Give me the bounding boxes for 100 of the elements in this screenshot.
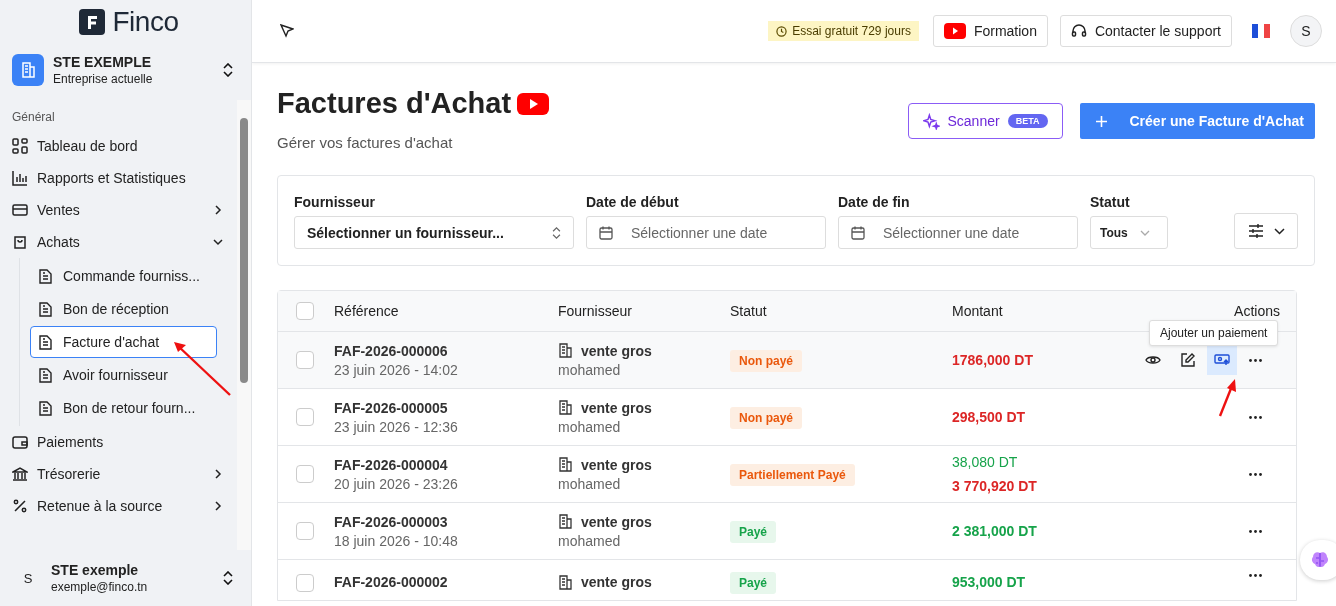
view-icon[interactable] xyxy=(1145,354,1161,366)
nav-item[interactable]: Tableau de bord xyxy=(12,130,237,162)
invoice-reference: FAF-2026-000004 xyxy=(334,456,449,473)
nav-subitem[interactable]: Bon de retour fourn... xyxy=(30,392,217,424)
section-label: Général xyxy=(12,110,56,124)
nav-subitem[interactable]: Avoir fournisseur xyxy=(30,359,217,391)
trial-badge: Essai gratuit 729 jours xyxy=(768,21,919,41)
assistant-button[interactable] xyxy=(1300,540,1336,580)
company-switcher[interactable]: STE EXEMPLE Entreprise actuelle xyxy=(0,46,251,94)
avatar[interactable]: S xyxy=(1290,15,1322,47)
user-switcher[interactable]: S STE exemple exemple@finco.tn xyxy=(0,550,251,606)
clock-icon xyxy=(776,25,788,37)
document-icon xyxy=(39,334,52,350)
amount: 298,500 DT xyxy=(952,409,1027,425)
calendar-icon xyxy=(851,226,865,240)
amount: 38,080 DT xyxy=(952,454,1019,470)
table-row[interactable]: FAF-2026-000005 23 juin 2026 - 12:36 vente gros mohamed Non payé 298,500 DT xyxy=(278,389,1296,446)
more-icon[interactable] xyxy=(1249,574,1262,577)
document-icon xyxy=(39,367,52,383)
filter-label: Statut xyxy=(1090,194,1131,210)
dashboard-icon xyxy=(12,138,28,154)
nav-item[interactable]: Ventes xyxy=(12,194,237,226)
building-icon xyxy=(558,343,572,358)
more-icon[interactable] xyxy=(1249,358,1262,362)
nav-subitem[interactable]: Commande fourniss... xyxy=(30,260,217,292)
more-icon[interactable] xyxy=(1249,529,1262,533)
percent-icon xyxy=(12,498,28,514)
building-icon xyxy=(558,457,572,472)
document-icon xyxy=(39,400,52,416)
amount: 1786,000 DT xyxy=(952,352,1034,368)
supplier-contact: mohamed xyxy=(558,418,622,435)
more-icon[interactable] xyxy=(1249,472,1262,476)
checkbox[interactable] xyxy=(296,302,314,320)
status-badge: Non payé xyxy=(730,350,802,372)
invoice-date: 23 juin 2026 - 14:02 xyxy=(334,361,459,378)
logo-icon xyxy=(78,9,105,35)
formation-button[interactable]: Formation xyxy=(932,15,1048,47)
page-subtitle: Gérer vos factures d'achat xyxy=(277,134,454,151)
support-button[interactable]: Contacter le support xyxy=(1059,15,1232,47)
chevrons-icon xyxy=(223,63,233,77)
nav-item[interactable]: Trésorerie xyxy=(12,458,237,490)
filter-label: Fournisseur xyxy=(294,194,376,210)
checkbox[interactable] xyxy=(296,465,314,483)
banknote-icon xyxy=(1214,354,1230,366)
more-icon[interactable] xyxy=(1249,415,1262,419)
supplier-name: vente gros xyxy=(581,399,652,416)
invoice-date: 18 juin 2026 - 10:48 xyxy=(334,532,459,549)
status-badge: Non payé xyxy=(730,407,802,429)
cursor-icon[interactable] xyxy=(280,24,294,38)
invoice-date: 20 juin 2026 - 23:26 xyxy=(334,475,459,492)
amount: 3 770,920 DT xyxy=(952,478,1038,494)
filter-label: Date de fin xyxy=(838,194,911,210)
column-header: Référence xyxy=(334,303,400,319)
scanner-button[interactable]: Scanner BETA xyxy=(907,103,1063,139)
table-row[interactable]: FAF-2026-000004 20 juin 2026 - 23:26 vente gros mohamed Partiellement Payé 38,080 DT 3 770,920 DT xyxy=(278,446,1296,503)
create-invoice-button[interactable]: Créer une Facture d'Achat xyxy=(1079,103,1315,139)
document-icon xyxy=(39,268,52,284)
status-select[interactable]: Tous xyxy=(1090,216,1168,249)
beta-badge: BETA xyxy=(1007,114,1048,128)
date-field[interactable]: Sélectionner une date xyxy=(586,216,826,249)
table-row[interactable]: FAF-2026-000003 18 juin 2026 - 10:48 vente gros mohamed Payé 2 381,000 DT xyxy=(278,503,1296,560)
date-field[interactable]: Sélectionner une date xyxy=(838,216,1078,249)
play-icon xyxy=(943,23,966,39)
amount: 2 381,000 DT xyxy=(952,523,1038,539)
checkbox[interactable] xyxy=(296,408,314,426)
filter-label: Date de début xyxy=(586,194,680,210)
invoice-date: 23 juin 2026 - 12:36 xyxy=(334,418,459,435)
column-settings-button[interactable] xyxy=(1234,213,1298,249)
nav-subitem[interactable]: Bon de réception xyxy=(30,293,217,325)
page-title: Factures d'Achat xyxy=(277,87,512,120)
supplier-name: vente gros xyxy=(581,342,652,359)
bank-icon xyxy=(12,466,28,482)
chevrons-icon xyxy=(223,571,233,585)
chevron-icon xyxy=(1139,229,1150,236)
headset-icon xyxy=(1070,23,1087,39)
checkbox[interactable] xyxy=(296,522,314,540)
column-header: Fournisseur xyxy=(558,303,633,319)
scrollbar[interactable] xyxy=(237,100,251,550)
nav-subitem[interactable]: Facture d'achat xyxy=(30,326,217,358)
annotation-arrow xyxy=(1217,378,1239,418)
table-row[interactable]: FAF-2026-000002 vente gros Payé 953,000 DT xyxy=(278,560,1296,600)
checkbox[interactable] xyxy=(296,574,314,592)
checkbox[interactable] xyxy=(296,351,314,369)
document-icon xyxy=(39,301,52,317)
tooltip: Ajouter un paiement xyxy=(1149,320,1279,346)
building-icon xyxy=(12,54,44,86)
edit-icon[interactable] xyxy=(1181,353,1195,367)
column-header: Statut xyxy=(730,303,768,319)
building-icon xyxy=(558,574,572,590)
nav-item[interactable]: Rapports et Statistiques xyxy=(12,162,237,194)
nav-item[interactable]: Achats xyxy=(12,226,237,258)
supplier-select[interactable]: Sélectionner un fournisseur... xyxy=(294,216,574,249)
flag-icon[interactable] xyxy=(1252,24,1270,38)
invoice-reference: FAF-2026-000006 xyxy=(334,342,449,359)
supplier-contact: mohamed xyxy=(558,475,622,492)
nav-item[interactable]: Retenue à la source xyxy=(12,490,237,522)
nav-item[interactable]: Paiements xyxy=(12,426,237,458)
credit-card-icon xyxy=(12,202,28,218)
play-icon[interactable] xyxy=(517,92,550,115)
wallet-icon xyxy=(12,434,28,450)
